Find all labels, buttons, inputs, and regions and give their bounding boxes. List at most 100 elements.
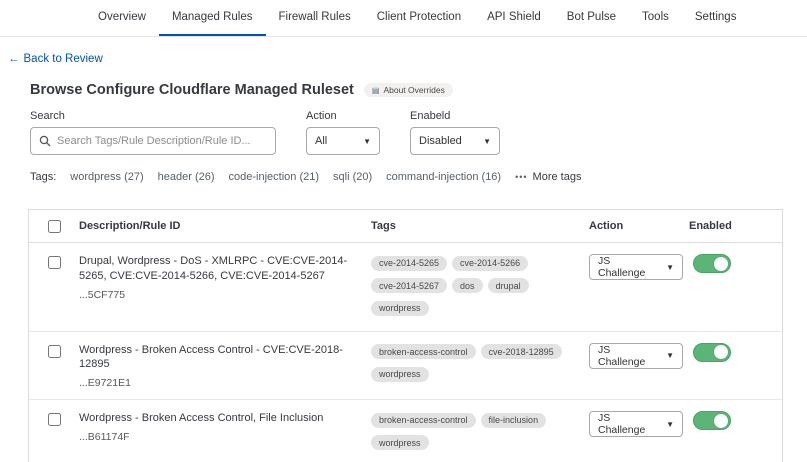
search-box	[30, 127, 276, 155]
enabled-filter-select[interactable]: Disabled ▼	[410, 127, 500, 155]
table-header: Description/Rule ID Tags Action Enabled	[29, 210, 782, 243]
more-tags-link[interactable]: ••• More tags	[515, 171, 581, 183]
select-all-checkbox[interactable]	[48, 220, 61, 233]
tags-label: Tags:	[30, 171, 56, 183]
table-row: Wordpress - Broken Access Control, File …	[29, 400, 782, 462]
tag-pill: cve-2014-5267	[371, 278, 447, 293]
tag-pill: wordpress	[371, 367, 429, 382]
action-select[interactable]: JS Challenge ▼	[589, 411, 683, 437]
row-checkbox-cell	[29, 411, 79, 426]
row-checkbox-cell	[29, 343, 79, 358]
chevron-down-icon: ▼	[666, 263, 674, 272]
action-filter-select[interactable]: All ▼	[306, 127, 380, 155]
rule-enabled-cell	[689, 343, 782, 362]
tag-pill: wordpress	[371, 435, 429, 450]
enabled-filter-group: Enabeld Disabled ▼	[410, 110, 500, 155]
tag-pill: cve-2014-5265	[371, 256, 447, 271]
enabled-toggle[interactable]	[693, 254, 731, 273]
top-navigation: Overview Managed Rules Firewall Rules Cl…	[0, 0, 807, 37]
tag-filter-1[interactable]: wordpress (27)	[70, 171, 143, 183]
tab-managed-rules[interactable]: Managed Rules	[159, 0, 266, 36]
rule-tags: broken-access-control file-inclusion wordp…	[371, 410, 589, 455]
tab-settings[interactable]: Settings	[682, 0, 750, 36]
action-filter-group: Action All ▼	[306, 110, 380, 155]
rules-table: Description/Rule ID Tags Action Enabled …	[28, 209, 783, 462]
rule-cell: Wordpress - Broken Access Control, File …	[79, 411, 371, 443]
tag-pill: drupal	[488, 278, 529, 293]
table-row: Wordpress - Broken Access Control - CVE:…	[29, 332, 782, 401]
tab-overview[interactable]: Overview	[85, 0, 159, 36]
more-tags-label: More tags	[533, 171, 582, 183]
table-row: Drupal, Wordpress - DoS - XMLRPC - CVE:C…	[29, 243, 782, 332]
ellipsis-icon: •••	[515, 172, 527, 182]
managed-rules-page: Overview Managed Rules Firewall Rules Cl…	[0, 0, 807, 462]
back-link-label: Back to Review	[24, 53, 103, 65]
rule-cell: Drupal, Wordpress - DoS - XMLRPC - CVE:C…	[79, 254, 371, 301]
toggle-knob	[714, 414, 728, 428]
rule-id: ...5CF775	[79, 289, 371, 301]
tag-filter-4[interactable]: sqli (20)	[333, 171, 372, 183]
enabled-toggle[interactable]	[693, 343, 731, 362]
book-icon: ▤	[372, 86, 380, 95]
action-value: JS Challenge	[598, 255, 660, 279]
rule-description: Wordpress - Broken Access Control, File …	[79, 411, 371, 426]
column-header-description: Description/Rule ID	[79, 220, 371, 232]
rule-action-cell: JS Challenge ▼	[589, 254, 689, 280]
action-select[interactable]: JS Challenge ▼	[589, 254, 683, 280]
rule-id: ...E9721E1	[79, 377, 371, 389]
filters-bar: Search Action All ▼ Enabeld	[30, 110, 783, 155]
tag-pill: broken-access-control	[371, 344, 476, 359]
toggle-knob	[714, 345, 728, 359]
tag-pill: file-inclusion	[481, 413, 547, 428]
tag-pill: wordpress	[371, 301, 429, 316]
action-filter-value: All	[315, 135, 327, 147]
about-overrides-label: About Overrides	[383, 85, 444, 95]
rule-enabled-cell	[689, 254, 782, 273]
tag-filter-3[interactable]: code-injection (21)	[229, 171, 320, 183]
title-row: Browse Configure Cloudflare Managed Rule…	[30, 82, 783, 98]
row-checkbox[interactable]	[48, 345, 61, 358]
action-filter-label: Action	[306, 110, 380, 122]
tag-filter-5[interactable]: command-injection (16)	[386, 171, 501, 183]
toggle-knob	[714, 257, 728, 271]
action-value: JS Challenge	[598, 344, 660, 368]
row-checkbox[interactable]	[48, 413, 61, 426]
tag-pill: dos	[452, 278, 483, 293]
back-link[interactable]: ← Back to Review	[8, 53, 103, 65]
tag-filter-2[interactable]: header (26)	[158, 171, 215, 183]
column-header-action: Action	[589, 220, 689, 232]
column-header-tags: Tags	[371, 220, 589, 232]
enabled-toggle[interactable]	[693, 411, 731, 430]
rule-description: Drupal, Wordpress - DoS - XMLRPC - CVE:C…	[79, 254, 371, 284]
tag-pill: broken-access-control	[371, 413, 476, 428]
rule-id: ...B61174F	[79, 431, 371, 443]
select-all-cell	[29, 220, 79, 233]
row-checkbox-cell	[29, 254, 79, 269]
rule-action-cell: JS Challenge ▼	[589, 343, 689, 369]
table-body: Drupal, Wordpress - DoS - XMLRPC - CVE:C…	[29, 243, 782, 462]
chevron-down-icon: ▼	[483, 137, 491, 146]
column-header-enabled: Enabled	[689, 220, 782, 232]
tag-pill: cve-2018-12895	[481, 344, 562, 359]
tab-tools[interactable]: Tools	[629, 0, 682, 36]
arrow-left-icon: ←	[8, 53, 20, 65]
chevron-down-icon: ▼	[666, 351, 674, 360]
page-content: Browse Configure Cloudflare Managed Rule…	[0, 82, 807, 462]
rule-description: Wordpress - Broken Access Control - CVE:…	[79, 343, 371, 373]
search-filter-group: Search	[30, 110, 276, 155]
search-label: Search	[30, 110, 276, 122]
tab-firewall-rules[interactable]: Firewall Rules	[266, 0, 364, 36]
about-overrides-badge[interactable]: ▤ About Overrides	[364, 83, 453, 97]
search-input[interactable]	[57, 135, 267, 147]
tab-bot-pulse[interactable]: Bot Pulse	[554, 0, 629, 36]
tags-bar: Tags: wordpress (27) header (26) code-in…	[30, 171, 783, 183]
row-checkbox[interactable]	[48, 256, 61, 269]
tab-api-shield[interactable]: API Shield	[474, 0, 554, 36]
tag-pill: cve-2014-5266	[452, 256, 528, 271]
enabled-filter-value: Disabled	[419, 135, 462, 147]
action-select[interactable]: JS Challenge ▼	[589, 343, 683, 369]
rule-tags: broken-access-control cve-2018-12895 wordp…	[371, 342, 589, 387]
chevron-down-icon: ▼	[363, 137, 371, 146]
tab-client-protection[interactable]: Client Protection	[364, 0, 474, 36]
rule-cell: Wordpress - Broken Access Control - CVE:…	[79, 343, 371, 390]
